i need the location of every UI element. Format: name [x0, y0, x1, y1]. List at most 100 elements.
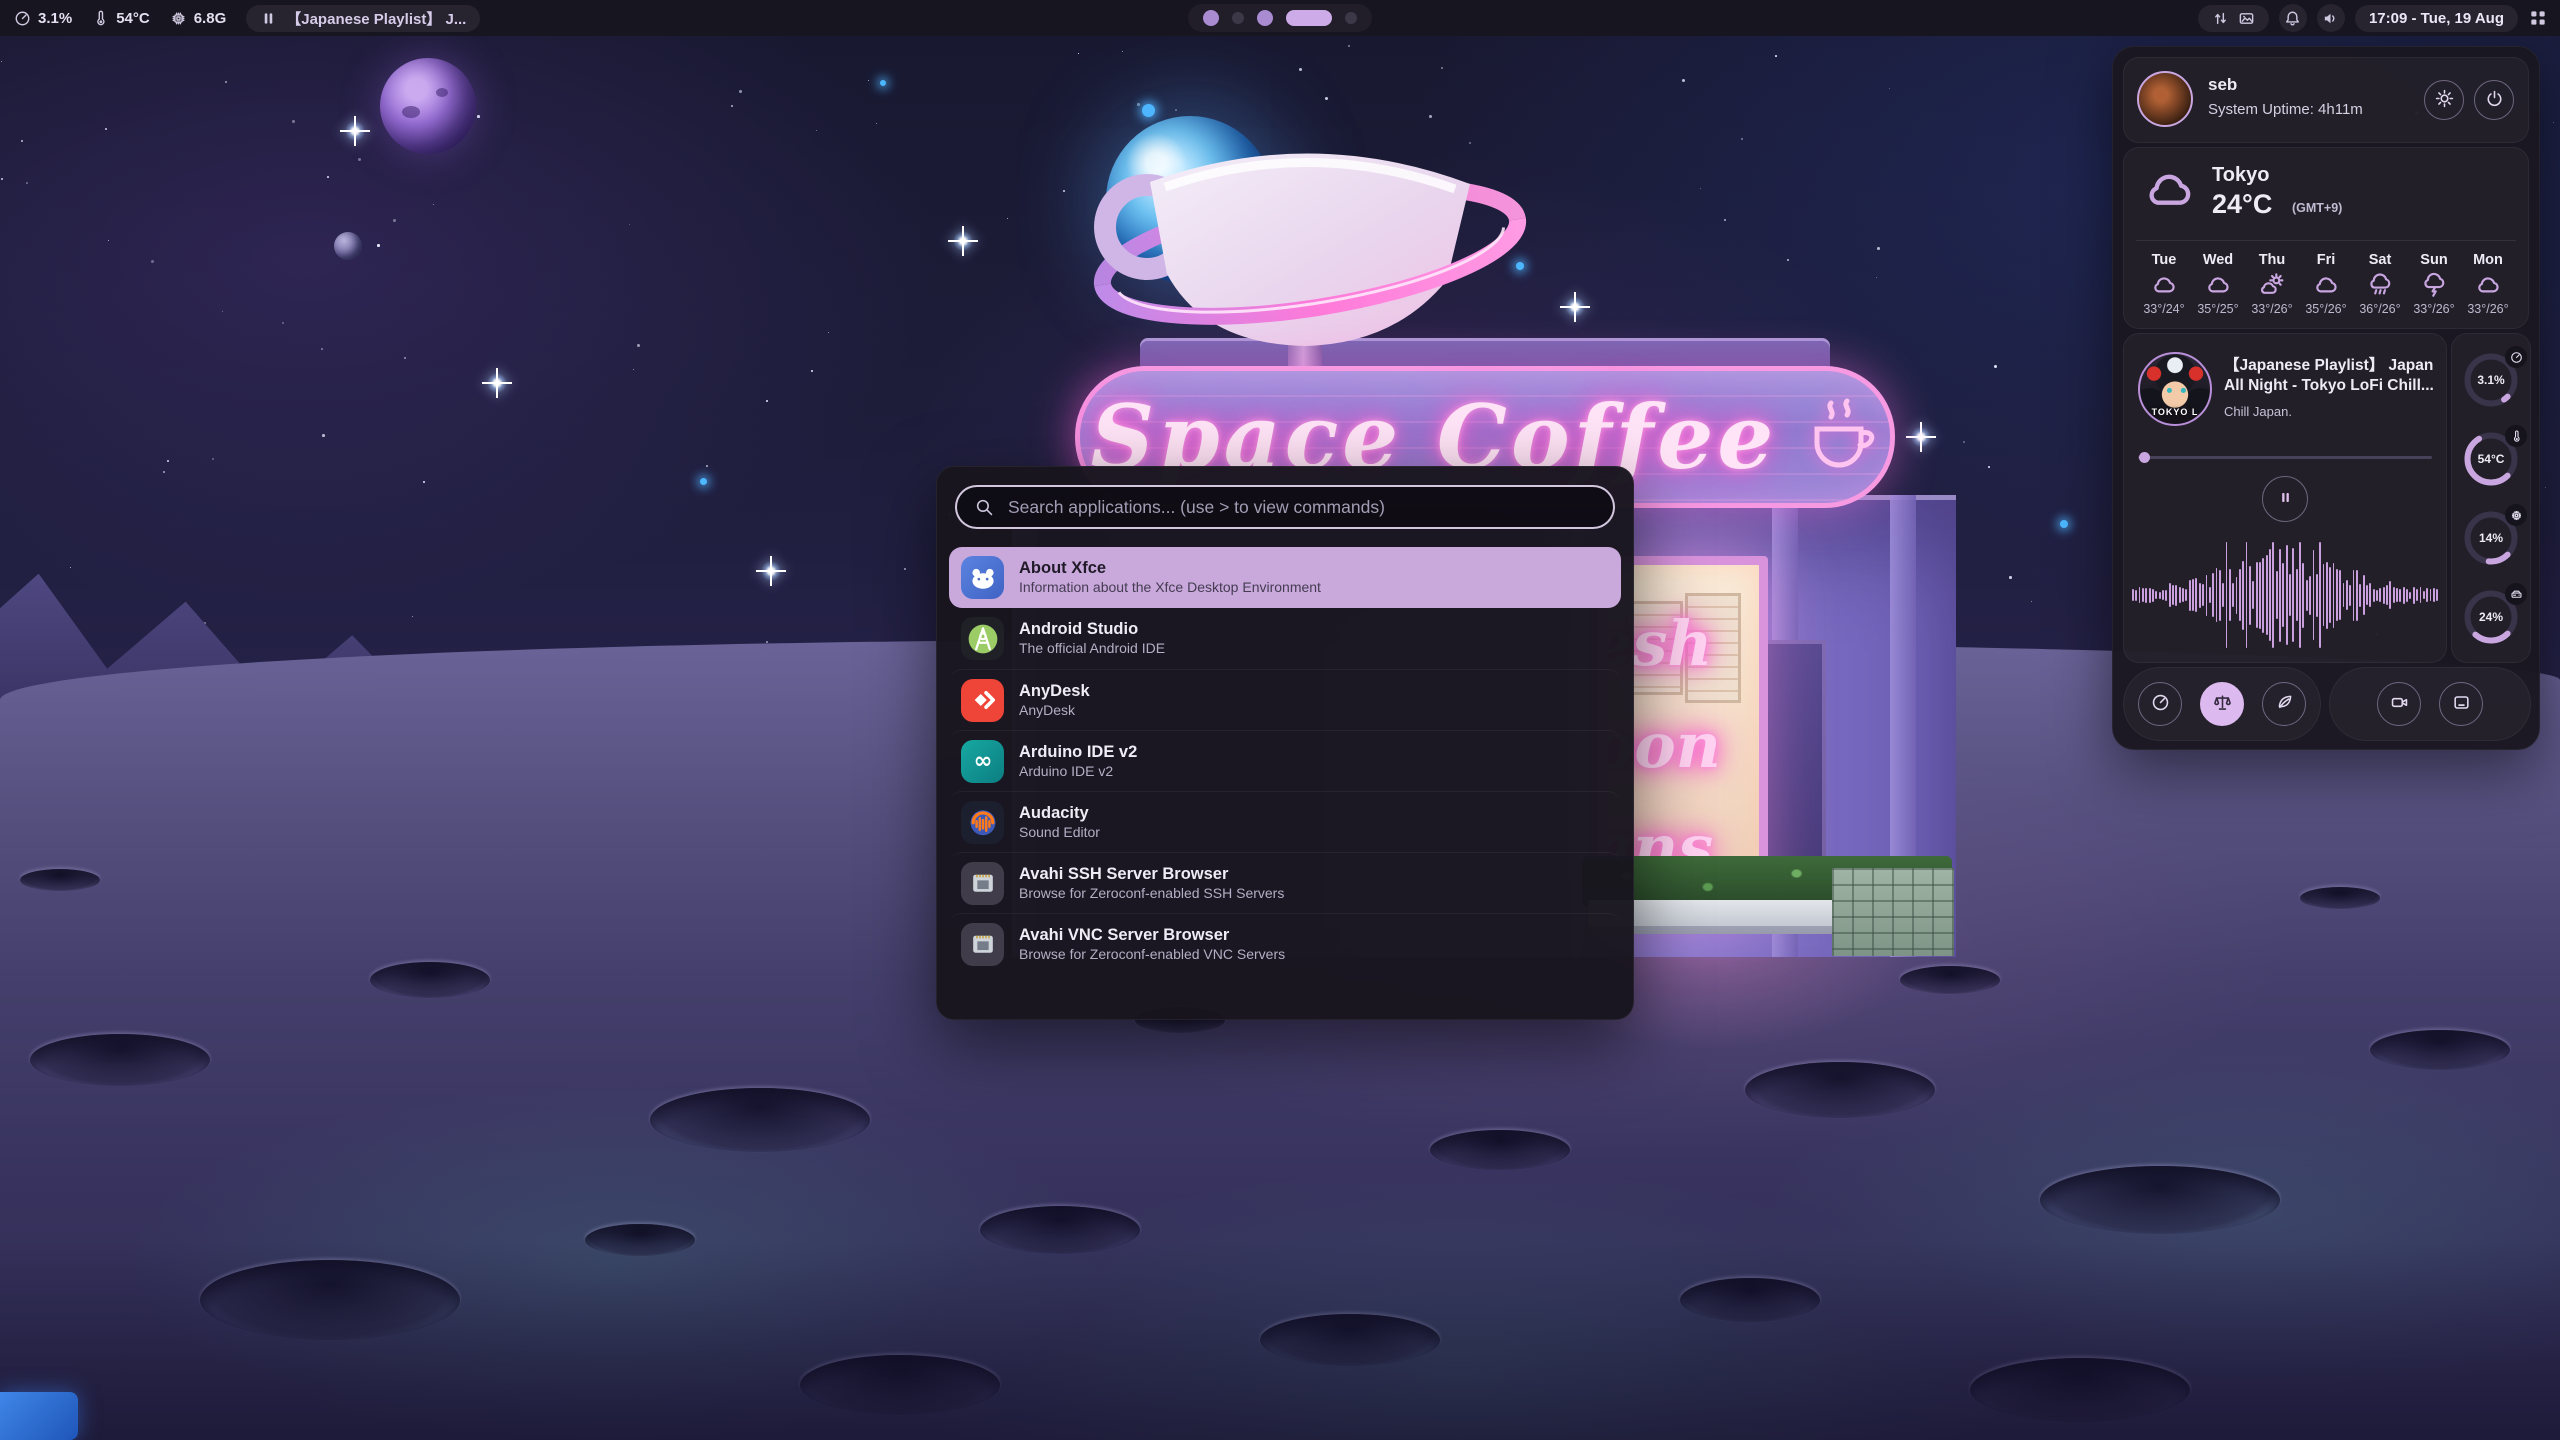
system-stats: 3.1%54°C6.8G: [14, 10, 226, 27]
network-traffic-icon[interactable]: [2212, 10, 2229, 27]
screen-record-button[interactable]: [2377, 682, 2421, 726]
top-bar: 3.1%54°C6.8G 【Japanese Playlist】 J... 17…: [0, 0, 2560, 36]
star: [2009, 576, 2012, 579]
search-input[interactable]: [1006, 496, 1595, 519]
progress-track: [2138, 456, 2432, 459]
volume-button[interactable]: [2317, 4, 2345, 32]
waveform-bar: [2139, 587, 2141, 603]
audacity-app-icon: [961, 801, 1004, 844]
topbar-right-cluster: 17:09 - Tue, 19 Aug: [2198, 4, 2560, 32]
waveform-bar: [2406, 589, 2408, 602]
shop-tiles: [1832, 868, 1954, 956]
power-button[interactable]: [2474, 80, 2514, 120]
cloud-icon: [2475, 272, 2501, 298]
waveform-bar: [2242, 561, 2244, 630]
app-row-audacity[interactable]: AudacitySound Editor: [949, 791, 1621, 852]
workspace-dot-4[interactable]: [1286, 10, 1332, 26]
forecast-day-label: Fri: [2317, 252, 2336, 268]
gauge-icon: [2151, 693, 2170, 715]
volume-icon: [2322, 10, 2339, 27]
star: [1787, 259, 1789, 261]
app-row-about-xfce[interactable]: About XfceInformation about the Xfce Des…: [949, 547, 1621, 608]
app-row-anydesk[interactable]: AnyDeskAnyDesk: [949, 669, 1621, 730]
star: [2545, 487, 2546, 488]
cloud-icon: [2138, 164, 2200, 216]
star: [433, 204, 434, 205]
star: [105, 128, 107, 130]
chip-icon: [170, 10, 187, 27]
app-description: Sound Editor: [1019, 825, 1100, 840]
workspace-switcher: [1188, 4, 1372, 32]
waveform-bar: [2132, 589, 2134, 601]
album-art: TOKYO L: [2138, 352, 2212, 426]
progress-thumb[interactable]: [2139, 452, 2150, 463]
crater: [1900, 966, 2000, 994]
waveform-bar: [2179, 587, 2181, 603]
star: [1988, 466, 1990, 468]
star: [404, 357, 406, 359]
powersaver-profile-button[interactable]: [2262, 682, 2306, 726]
app-row-avahi-ssh-server-browser[interactable]: Avahi SSH Server BrowserBrowse for Zeroc…: [949, 852, 1621, 913]
star: [1, 178, 3, 180]
waveform-bar: [2326, 562, 2328, 629]
app-row-arduino-ide-v2[interactable]: ∞Arduino IDE v2Arduino IDE v2: [949, 730, 1621, 791]
star: [1724, 219, 1726, 221]
balanced-profile-button[interactable]: [2200, 682, 2244, 726]
waveform-bar: [2399, 589, 2401, 602]
star: [1889, 88, 1890, 89]
waveform-bar: [2413, 587, 2415, 604]
cloud-icon: [2313, 272, 2339, 298]
waveform-bar: [2195, 578, 2197, 612]
star: [1078, 53, 1079, 54]
search-bar[interactable]: [955, 485, 1615, 529]
clock-pill[interactable]: 17:09 - Tue, 19 Aug: [2355, 5, 2518, 32]
forecast-day-tue: Tue33°/24°: [2140, 250, 2188, 318]
waveform-bar: [2192, 579, 2194, 611]
waveform-bar: [2416, 589, 2418, 601]
rain-icon: [2367, 272, 2393, 298]
waveform-bar: [2409, 592, 2411, 599]
leaf-icon: [2275, 693, 2294, 715]
waveform-bar: [2149, 588, 2151, 603]
star: [21, 140, 23, 142]
star: [26, 182, 28, 184]
star: [377, 244, 380, 247]
pause-icon: [2278, 490, 2293, 508]
workspace-dot-3[interactable]: [1257, 10, 1273, 26]
notifications-button[interactable]: [2279, 4, 2307, 32]
waveform-bar: [2162, 590, 2164, 600]
track-progress-slider[interactable]: [2138, 452, 2432, 462]
app-row-android-studio[interactable]: Android StudioThe official Android IDE: [949, 608, 1621, 669]
chip-icon: [2505, 504, 2527, 526]
screenshot-button[interactable]: [2439, 682, 2483, 726]
arduino-app-icon: ∞: [961, 740, 1004, 783]
star: [633, 369, 634, 370]
play-pause-button[interactable]: [2262, 476, 2308, 522]
now-playing-pill[interactable]: 【Japanese Playlist】 J...: [246, 5, 480, 32]
bright-star: [880, 80, 886, 86]
app-grid-icon[interactable]: [2528, 8, 2548, 28]
waveform-bar: [2369, 583, 2371, 607]
waveform-bar: [2185, 589, 2187, 601]
app-row-avahi-vnc-server-browser[interactable]: Avahi VNC Server BrowserBrowse for Zeroc…: [949, 913, 1621, 974]
workspace-dot-2[interactable]: [1232, 12, 1244, 24]
waveform-bar: [2353, 570, 2355, 621]
wallpaper-icon[interactable]: [2238, 10, 2255, 27]
system-uptime: System Uptime: 4h11m: [2208, 101, 2363, 118]
waveform-bar: [2135, 590, 2137, 601]
small-moon: [334, 232, 362, 260]
forecast-day-fri: Fri35°/26°: [2302, 250, 2350, 318]
workspace-dot-5[interactable]: [1345, 12, 1357, 24]
star: [739, 90, 742, 93]
cloud-icon: [2205, 272, 2231, 298]
waveform-bar: [2386, 585, 2388, 605]
waveform-bar: [2316, 574, 2318, 617]
forecast-day-label: Tue: [2152, 252, 2177, 268]
waveform-bar: [2282, 563, 2284, 627]
workspace-dot-1[interactable]: [1203, 10, 1219, 26]
screenshot-icon: [2452, 693, 2471, 715]
forecast-day-label: Wed: [2203, 252, 2233, 268]
settings-button[interactable]: [2424, 80, 2464, 120]
star: [412, 616, 413, 617]
performance-profile-button[interactable]: [2138, 682, 2182, 726]
